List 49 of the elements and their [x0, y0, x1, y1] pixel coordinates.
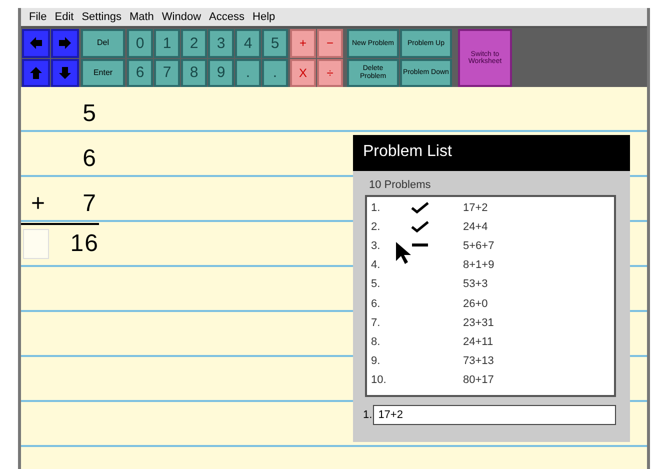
problem-item[interactable]: 3. 5+6+7: [371, 236, 610, 256]
arrow-button[interactable]: [22, 29, 50, 58]
digit-key[interactable]: 6: [127, 58, 153, 87]
problem-item[interactable]: 8. 24+11: [371, 332, 610, 352]
problem-item[interactable]: 1. 17+2: [371, 198, 610, 218]
number: 5: [82, 100, 97, 128]
digit-key[interactable]: 3: [208, 29, 234, 58]
digit-key[interactable]: 8: [181, 58, 207, 87]
digit-key[interactable]: 5: [262, 29, 288, 58]
answer: 16: [70, 230, 99, 258]
number: 6: [82, 145, 97, 173]
problem-item[interactable]: 10. 80+17: [371, 370, 610, 390]
panel-title: Problem List: [353, 135, 630, 171]
menu-item[interactable]: Help: [252, 11, 276, 23]
operator-sign: +: [31, 190, 46, 218]
down-arrow-icon: [57, 64, 73, 81]
arrow-button[interactable]: [51, 58, 79, 87]
problem-item[interactable]: 7. 23+31: [371, 313, 610, 332]
arrow-button[interactable]: [22, 58, 50, 87]
digit-key[interactable]: 1: [154, 29, 180, 58]
up-arrow-icon: [28, 64, 44, 81]
left-arrow-icon: [28, 35, 44, 52]
key-button[interactable]: Del: [81, 29, 125, 58]
problem-item[interactable]: 9. 73+13: [371, 352, 610, 371]
problem-field[interactable]: 17+2: [373, 405, 616, 425]
problem-count: 10 Problems: [368, 178, 432, 193]
digit-key[interactable]: 9: [208, 58, 234, 87]
digit-key[interactable]: 7: [154, 58, 180, 87]
key-button[interactable]: Enter: [81, 58, 125, 87]
menu-item[interactable]: Window: [162, 11, 202, 23]
digit-key[interactable]: 2: [181, 29, 207, 58]
digit-key[interactable]: 4: [235, 29, 261, 58]
digit-key[interactable]: .: [235, 58, 261, 87]
digit-key[interactable]: 0: [127, 29, 153, 58]
menu-item[interactable]: File: [29, 11, 47, 23]
digit-key[interactable]: .: [262, 58, 288, 87]
arrow-button[interactable]: [51, 29, 79, 58]
problem-item[interactable]: 2. 24+4: [371, 217, 610, 236]
right-arrow-icon: [57, 35, 73, 52]
menu-item[interactable]: Edit: [54, 11, 74, 23]
cursor-icon: [395, 241, 413, 265]
problem-item[interactable]: 6. 26+0: [371, 294, 610, 314]
entry-number: 1.: [363, 409, 372, 421]
menu-item[interactable]: Access: [209, 11, 245, 23]
menu-item[interactable]: Math: [129, 11, 154, 23]
problem-item[interactable]: 5. 53+3: [371, 274, 610, 294]
number: 7: [82, 190, 97, 218]
problem-item[interactable]: 4. 8+1+9: [371, 256, 610, 275]
menu-item[interactable]: Settings: [82, 11, 122, 23]
